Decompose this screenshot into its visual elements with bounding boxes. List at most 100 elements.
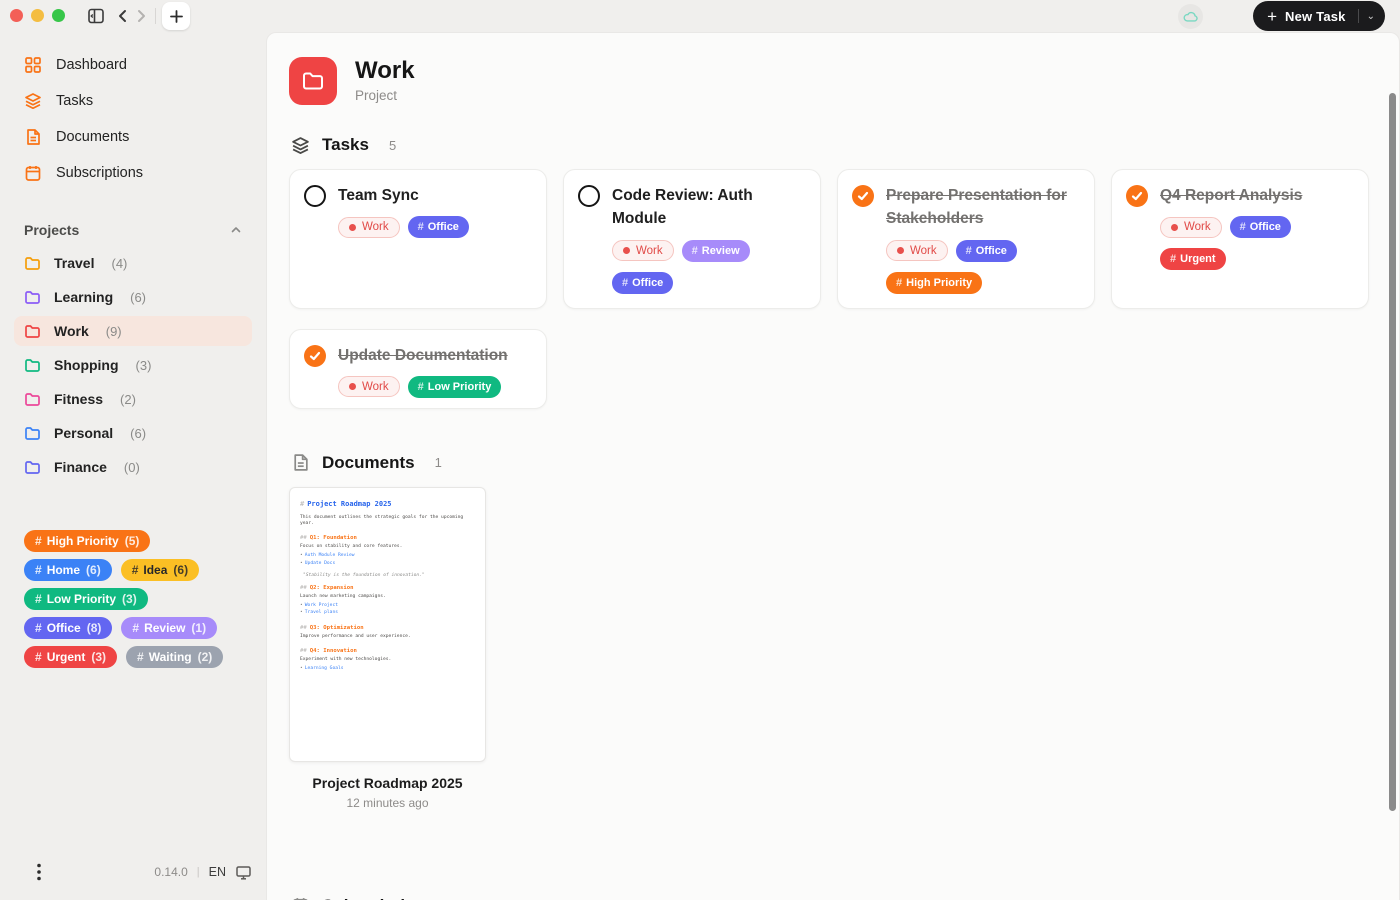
task-checkbox-checked[interactable] bbox=[304, 345, 326, 367]
sidebar-item-documents[interactable]: Documents bbox=[14, 122, 252, 152]
sidebar-project-finance[interactable]: Finance (0) bbox=[14, 452, 252, 482]
tag-pill-office[interactable]: #Office bbox=[956, 240, 1017, 262]
project-tag-pill[interactable]: Work bbox=[338, 217, 400, 238]
tag-label: Low Priority bbox=[47, 592, 116, 606]
hash-icon: # bbox=[418, 381, 424, 393]
project-name: Personal bbox=[54, 425, 113, 441]
check-icon bbox=[1131, 190, 1143, 202]
display-theme-icon[interactable] bbox=[235, 864, 252, 881]
document-card[interactable]: #Project Roadmap 2025 This document outl… bbox=[289, 487, 486, 810]
md-heading-mark: ## bbox=[300, 535, 307, 541]
tag-pill-urgent[interactable]: #Urgent bbox=[1160, 248, 1226, 270]
section-title: Documents bbox=[322, 453, 415, 473]
tag-label: Office bbox=[1250, 221, 1281, 233]
project-name: Learning bbox=[54, 289, 113, 305]
more-menu-button[interactable] bbox=[26, 859, 52, 885]
sidebar-project-travel[interactable]: Travel (4) bbox=[14, 248, 252, 278]
hash-icon: # bbox=[896, 277, 902, 289]
task-checkbox-checked[interactable] bbox=[1126, 185, 1148, 207]
tag-idea[interactable]: #Idea(6) bbox=[121, 559, 199, 581]
tag-label: Office bbox=[632, 277, 663, 289]
task-card-code-review[interactable]: Code Review: Auth Module Work #Review #O… bbox=[563, 169, 821, 309]
sidebar-project-fitness[interactable]: Fitness (2) bbox=[14, 384, 252, 414]
project-tag-label: Work bbox=[1184, 221, 1211, 233]
sidebar-project-learning[interactable]: Learning (6) bbox=[14, 282, 252, 312]
project-count: (6) bbox=[130, 426, 146, 441]
project-dot-icon bbox=[897, 247, 904, 254]
sidebar-project-work[interactable]: Work (9) bbox=[14, 316, 252, 346]
hash-icon: # bbox=[622, 277, 628, 289]
project-dot-icon bbox=[1171, 224, 1178, 231]
tag-office[interactable]: #Office(8) bbox=[24, 617, 112, 639]
folder-icon bbox=[24, 289, 41, 306]
sidebar-item-label: Dashboard bbox=[56, 57, 127, 73]
new-task-button[interactable]: + New Task ⌄ bbox=[1253, 1, 1385, 31]
chevron-up-icon[interactable] bbox=[230, 224, 242, 236]
doc-preview-q4-body: Experiment with new technologies. bbox=[300, 657, 475, 664]
tag-high-priority[interactable]: #High Priority(5) bbox=[24, 530, 150, 552]
md-heading-mark: ## bbox=[300, 585, 307, 591]
chevron-down-icon[interactable]: ⌄ bbox=[1367, 11, 1375, 22]
project-tag-label: Work bbox=[910, 245, 937, 257]
tag-pill-low-priority[interactable]: #Low Priority bbox=[408, 376, 502, 398]
tag-pill-office[interactable]: #Office bbox=[408, 216, 469, 238]
check-icon bbox=[857, 190, 869, 202]
sidebar-item-dashboard[interactable]: Dashboard bbox=[14, 50, 252, 80]
task-checkbox[interactable] bbox=[304, 185, 326, 207]
cloud-sync-button[interactable] bbox=[1178, 4, 1203, 29]
task-checkbox-checked[interactable] bbox=[852, 185, 874, 207]
sidebar-item-tasks[interactable]: Tasks bbox=[14, 86, 252, 116]
tag-review[interactable]: #Review(1) bbox=[121, 617, 217, 639]
sidebar-item-subscriptions[interactable]: Subscriptions bbox=[14, 158, 252, 188]
tag-count: (6) bbox=[86, 563, 101, 577]
doc-preview-q4-head: Q4: Innovation bbox=[310, 648, 357, 654]
tag-low-priority[interactable]: #Low Priority(3) bbox=[24, 588, 148, 610]
close-window-button[interactable] bbox=[10, 9, 23, 22]
task-card-team-sync[interactable]: Team Sync Work #Office bbox=[289, 169, 547, 309]
tag-pill-review[interactable]: #Review bbox=[682, 240, 750, 262]
sidebar-project-personal[interactable]: Personal (6) bbox=[14, 418, 252, 448]
zoom-window-button[interactable] bbox=[52, 9, 65, 22]
titlebar: + New Task ⌄ bbox=[0, 0, 1400, 32]
sidebar-item-label: Documents bbox=[56, 129, 129, 145]
bullet-icon: • bbox=[300, 561, 303, 566]
tag-label: Urgent bbox=[1180, 253, 1215, 265]
projects-section-header[interactable]: Projects bbox=[24, 222, 242, 238]
tag-label: Review bbox=[702, 245, 740, 257]
task-card-q4-report[interactable]: Q4 Report Analysis Work #Office #Urgent bbox=[1111, 169, 1369, 309]
task-card-prepare-presentation[interactable]: Prepare Presentation for Stakeholders Wo… bbox=[837, 169, 1095, 309]
project-tag-pill[interactable]: Work bbox=[1160, 217, 1222, 238]
doc-preview-link: Auth Module Review bbox=[305, 553, 355, 558]
tag-home[interactable]: #Home(6) bbox=[24, 559, 112, 581]
project-count: (3) bbox=[136, 358, 152, 373]
project-tag-pill[interactable]: Work bbox=[886, 240, 948, 261]
tag-urgent[interactable]: #Urgent(3) bbox=[24, 646, 117, 668]
new-tab-button[interactable] bbox=[162, 2, 190, 30]
project-tag-pill[interactable]: Work bbox=[612, 240, 674, 261]
tag-waiting[interactable]: #Waiting(2) bbox=[126, 646, 223, 668]
sidebar-project-shopping[interactable]: Shopping (3) bbox=[14, 350, 252, 380]
minimize-window-button[interactable] bbox=[31, 9, 44, 22]
task-checkbox[interactable] bbox=[578, 185, 600, 207]
forward-button[interactable] bbox=[130, 5, 152, 27]
project-dot-icon bbox=[349, 224, 356, 231]
documents-section-header: Documents 1 bbox=[291, 453, 1371, 473]
tag-pill-office[interactable]: #Office bbox=[1230, 216, 1291, 238]
new-task-label: New Task bbox=[1285, 9, 1346, 24]
tag-pill-high-priority[interactable]: #High Priority bbox=[886, 272, 982, 294]
project-count: (9) bbox=[106, 324, 122, 339]
folder-icon bbox=[24, 323, 41, 340]
tag-pill-office[interactable]: # Office bbox=[612, 272, 673, 294]
tag-label: Review bbox=[144, 621, 185, 635]
project-tag-pill[interactable]: Work bbox=[338, 376, 400, 397]
language-selector[interactable]: EN bbox=[209, 865, 226, 879]
sidebar-item-label: Tasks bbox=[56, 93, 93, 109]
vertical-scrollbar[interactable] bbox=[1389, 93, 1396, 811]
tag-count: (5) bbox=[125, 534, 140, 548]
tag-count: (3) bbox=[122, 592, 137, 606]
tag-count: (3) bbox=[91, 650, 106, 664]
section-title: Tasks bbox=[322, 135, 369, 155]
sidebar-toggle-icon[interactable] bbox=[85, 5, 107, 27]
task-card-update-documentation[interactable]: Update Documentation Work #Low Priority bbox=[289, 329, 547, 409]
document-name: Project Roadmap 2025 bbox=[289, 775, 486, 791]
